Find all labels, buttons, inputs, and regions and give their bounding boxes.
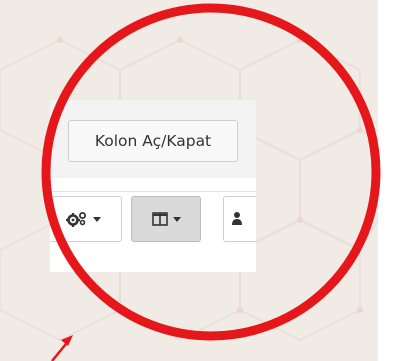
users-icon <box>232 212 242 225</box>
tooltip: Kolon Aç/Kapat <box>68 120 238 162</box>
gears-icon <box>65 212 86 227</box>
columns-icon <box>151 212 168 226</box>
toolbar-divider <box>50 191 256 192</box>
chevron-down-icon <box>172 216 181 222</box>
users-button[interactable] <box>223 196 256 242</box>
settings-dropdown-button[interactable] <box>50 196 122 242</box>
toolbar-screenshot: Kolon Aç/Kapat <box>50 100 256 272</box>
chevron-down-icon <box>92 216 101 222</box>
columns-toggle-button[interactable] <box>131 196 201 242</box>
page-margin <box>378 0 403 361</box>
